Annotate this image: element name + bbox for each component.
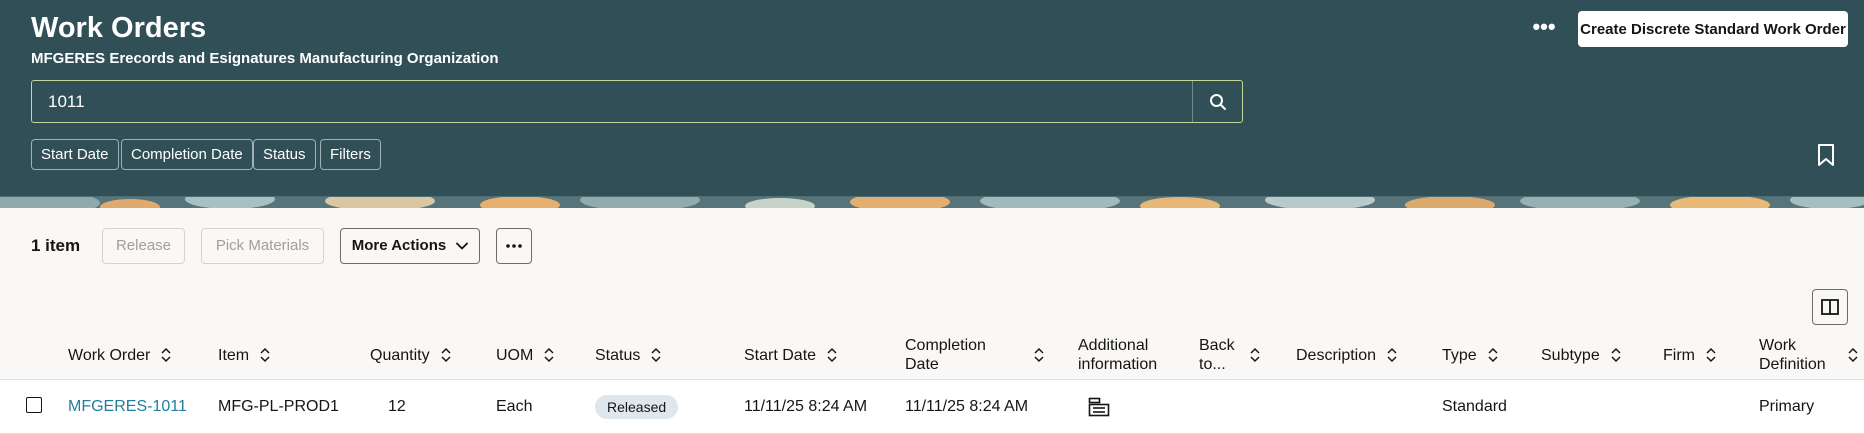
search-icon — [1209, 93, 1226, 110]
sort-icon — [1250, 347, 1260, 363]
create-work-order-button[interactable]: Create Discrete Standard Work Order — [1578, 11, 1848, 47]
organization-name: MFGERES Erecords and Esignatures Manufac… — [31, 50, 499, 67]
more-actions-button[interactable]: More Actions — [340, 228, 480, 264]
col-item[interactable]: Item — [218, 330, 271, 380]
sort-icon — [1706, 347, 1716, 363]
column-toggle-icon — [1821, 299, 1839, 315]
details-icon[interactable] — [1088, 397, 1110, 417]
status-badge: Released — [595, 395, 679, 419]
table-row[interactable]: MFGERES-1011 MFG-PL-PROD1 12 Each Releas… — [0, 380, 1864, 434]
table-header: Work Order Item Quantity UOM Status Star… — [0, 330, 1864, 380]
col-work-order[interactable]: Work Order — [68, 330, 172, 380]
col-description[interactable]: Description — [1296, 330, 1398, 380]
sort-icon — [1034, 347, 1044, 363]
sort-icon — [1848, 347, 1858, 363]
col-status[interactable]: Status — [595, 330, 662, 380]
search-button[interactable] — [1192, 81, 1242, 122]
sort-icon — [1488, 347, 1498, 363]
sort-icon — [441, 347, 451, 363]
col-back-to[interactable]: Back to... — [1199, 330, 1261, 380]
quantity-cell: 12 — [388, 398, 406, 415]
more-actions-label: More Actions — [351, 237, 447, 254]
page-title: Work Orders — [31, 12, 207, 44]
chevron-down-icon — [456, 242, 469, 250]
filter-chip-completion-date[interactable]: Completion Date — [121, 139, 253, 170]
sort-icon — [1387, 347, 1397, 363]
work-order-link[interactable]: MFGERES-1011 — [68, 380, 187, 434]
col-type[interactable]: Type — [1442, 330, 1499, 380]
item-cell: MFG-PL-PROD1 — [218, 398, 339, 415]
sort-icon — [651, 347, 661, 363]
col-uom[interactable]: UOM — [496, 330, 555, 380]
overflow-icon — [506, 244, 522, 248]
column-toggle-button[interactable] — [1812, 289, 1848, 325]
pick-materials-button[interactable]: Pick Materials — [201, 228, 324, 264]
filter-chip-filters[interactable]: Filters — [320, 139, 381, 170]
decorative-banner — [0, 196, 1864, 208]
status-cell: Released — [595, 380, 679, 434]
col-additional-information[interactable]: Additional information — [1078, 330, 1157, 380]
uom-cell: Each — [496, 398, 533, 415]
filter-chip-status[interactable]: Status — [253, 139, 316, 170]
search-box — [31, 80, 1243, 123]
bookmark-icon[interactable] — [1815, 143, 1837, 167]
search-input[interactable] — [32, 81, 1192, 122]
sort-icon — [260, 347, 270, 363]
col-subtype[interactable]: Subtype — [1541, 330, 1622, 380]
type-cell: Standard — [1442, 398, 1507, 415]
release-button[interactable]: Release — [102, 228, 185, 264]
row-select-checkbox[interactable] — [26, 397, 42, 413]
sort-icon — [1611, 347, 1621, 363]
toolbar-overflow-button[interactable] — [496, 228, 532, 264]
col-completion-date[interactable]: Completion Date — [905, 330, 1045, 380]
additional-information-cell[interactable] — [1088, 380, 1110, 434]
work-definition-cell: Primary — [1759, 398, 1815, 415]
item-count: 1 item — [31, 236, 81, 255]
completion-date-cell: 11/11/25 8:24 AM — [905, 398, 1029, 415]
sort-icon — [827, 347, 837, 363]
col-quantity[interactable]: Quantity — [370, 330, 452, 380]
filter-chip-start-date[interactable]: Start Date — [31, 139, 119, 170]
col-start-date[interactable]: Start Date — [744, 330, 838, 380]
page-header: Work Orders MFGERES Erecords and Esignat… — [0, 0, 1864, 196]
header-overflow-button[interactable]: ••• — [1530, 16, 1558, 44]
col-firm[interactable]: Firm — [1663, 330, 1717, 380]
start-date-cell: 11/11/25 8:24 AM — [744, 398, 868, 415]
sort-icon — [544, 347, 554, 363]
sort-icon — [161, 347, 171, 363]
col-work-definition[interactable]: Work Definition — [1759, 330, 1859, 380]
